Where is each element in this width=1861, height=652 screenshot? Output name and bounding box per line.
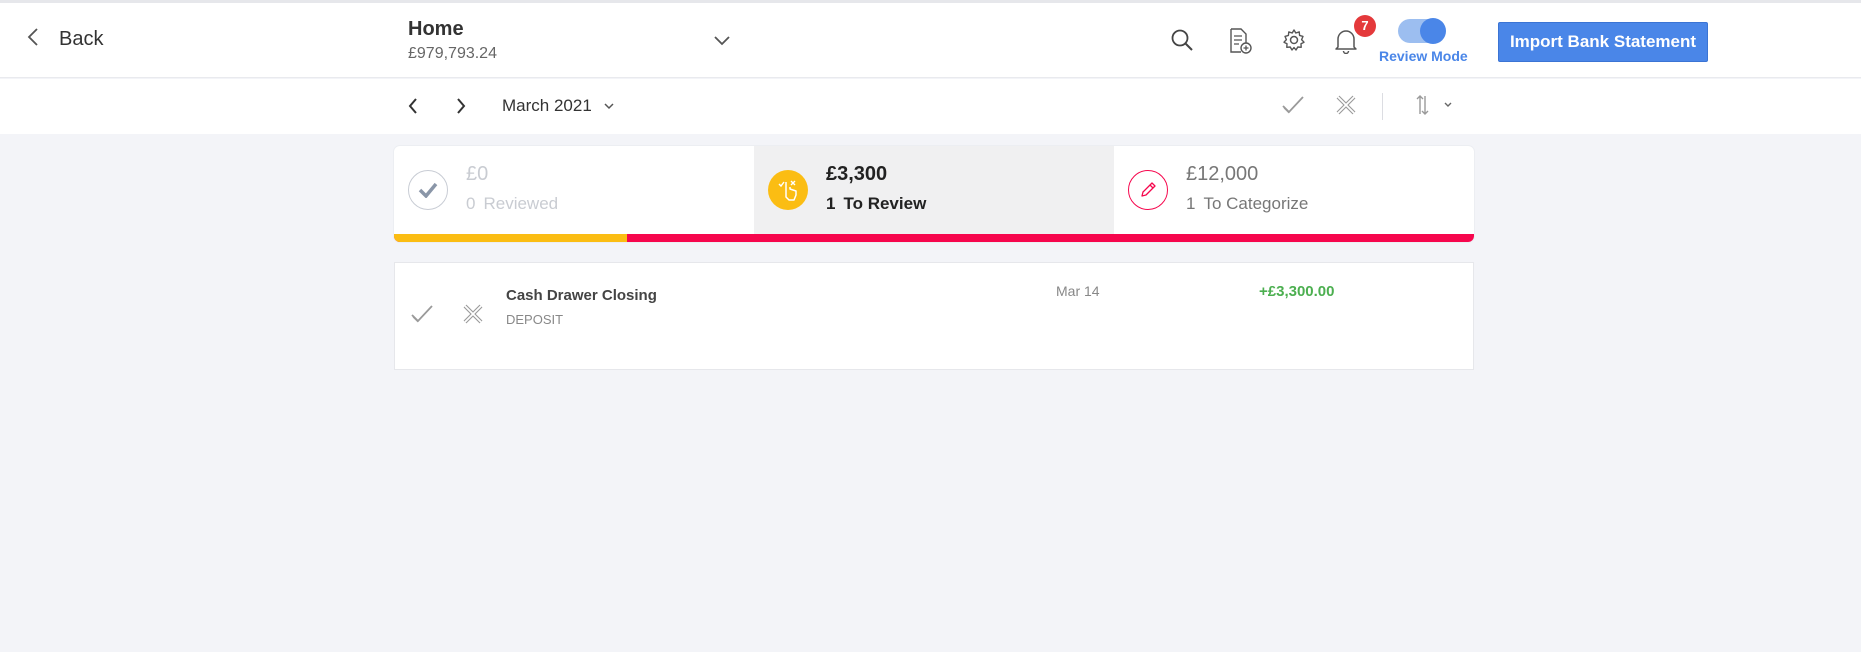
- reviewed-segment[interactable]: £0 0 Reviewed: [394, 146, 754, 234]
- review-summary-card: £0 0 Reviewed £3,300 1 To Review £12,000…: [394, 146, 1474, 242]
- to-review-text: To Review: [843, 194, 927, 213]
- notification-badge: 7: [1354, 15, 1376, 37]
- bell-icon[interactable]: [1334, 28, 1358, 59]
- back-label: Back: [59, 28, 104, 50]
- account-balance: £979,793.24: [408, 45, 497, 62]
- approve-all-check-icon[interactable]: [1281, 94, 1305, 121]
- transaction-type: DEPOSIT: [506, 312, 564, 327]
- chevron-left-icon: [27, 27, 39, 52]
- search-icon[interactable]: [1170, 28, 1194, 57]
- transaction-row[interactable]: Cash Drawer Closing DEPOSIT Mar 14 +£3,3…: [394, 262, 1474, 370]
- review-progress-bar: [394, 234, 1474, 242]
- previous-period-button[interactable]: [408, 97, 418, 120]
- to-review-progress-fill: [394, 234, 627, 242]
- transaction-name: Cash Drawer Closing: [506, 287, 657, 304]
- account-selector[interactable]: Home £979,793.24: [408, 18, 497, 63]
- approve-check-icon[interactable]: [410, 303, 434, 330]
- to-review-amount: £3,300: [826, 163, 888, 185]
- sort-icon[interactable]: [1414, 94, 1454, 121]
- reject-all-x-icon[interactable]: [1335, 94, 1357, 121]
- import-bank-statement-button[interactable]: Import Bank Statement: [1498, 22, 1708, 62]
- to-categorize-amount: £12,000: [1186, 163, 1259, 185]
- app-header: Back Home £979,793.24 7 Review Mode Impo…: [0, 3, 1861, 78]
- account-name: Home: [408, 18, 464, 40]
- reviewed-label: 0 Reviewed: [466, 194, 558, 214]
- review-mode-toggle[interactable]: [1398, 18, 1446, 44]
- pencil-icon: [1128, 170, 1168, 210]
- check-circle-icon: [408, 170, 448, 210]
- to-categorize-segment[interactable]: £12,000 1 To Categorize: [1114, 146, 1474, 234]
- transaction-date: Mar 14: [1056, 283, 1100, 299]
- reject-x-icon[interactable]: [462, 303, 484, 330]
- next-period-button[interactable]: [456, 97, 466, 120]
- to-review-count: 1: [826, 194, 836, 213]
- to-categorize-text: To Categorize: [1203, 194, 1309, 213]
- toggle-knob: [1420, 18, 1446, 44]
- tap-review-icon: [768, 170, 808, 210]
- gear-icon[interactable]: [1282, 28, 1306, 57]
- reviewed-amount: £0: [466, 163, 489, 185]
- to-review-segment[interactable]: £3,300 1 To Review: [754, 146, 1114, 234]
- period-selector[interactable]: March 2021: [502, 96, 614, 116]
- period-label: March 2021: [502, 96, 592, 115]
- reviewed-count: 0: [466, 194, 476, 213]
- to-categorize-count: 1: [1186, 194, 1196, 213]
- chevron-down-icon[interactable]: [714, 33, 730, 51]
- period-bar: March 2021: [0, 79, 1861, 134]
- toolbar-divider: [1382, 93, 1383, 120]
- to-review-label: 1 To Review: [826, 194, 926, 214]
- chevron-down-icon: [604, 97, 614, 115]
- review-mode-label: Review Mode: [1379, 48, 1468, 64]
- back-button[interactable]: Back: [27, 27, 103, 52]
- reviewed-text: Reviewed: [483, 194, 559, 213]
- document-add-icon[interactable]: [1228, 28, 1252, 59]
- transaction-amount: +£3,300.00: [1259, 283, 1335, 300]
- to-categorize-label: 1 To Categorize: [1186, 194, 1308, 214]
